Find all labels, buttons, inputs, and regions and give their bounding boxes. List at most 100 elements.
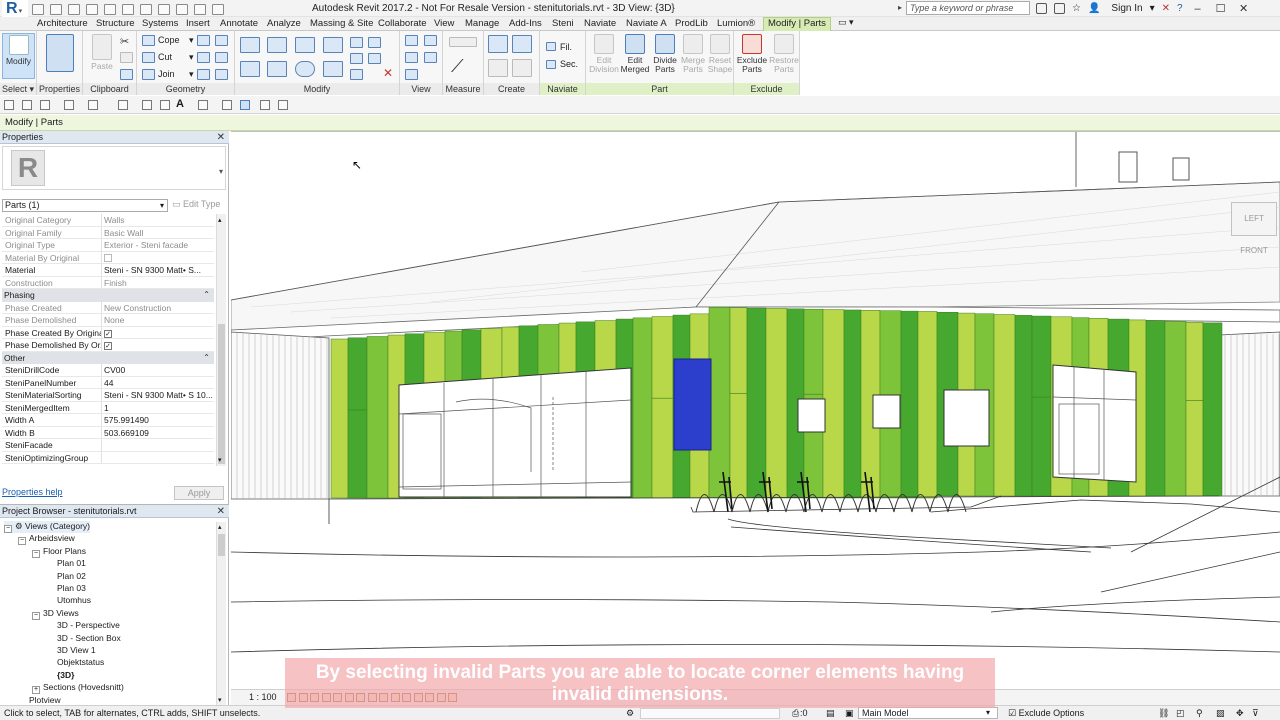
- property-row[interactable]: Original Category Walls: [2, 214, 214, 227]
- reset-shape-button[interactable]: Reset Shape: [704, 33, 736, 79]
- property-row[interactable]: Original Family Basic Wall: [2, 226, 214, 239]
- type-dropdown-icon[interactable]: ▾: [219, 167, 223, 176]
- scroll-down-icon[interactable]: ▾: [218, 456, 222, 464]
- collapse-node-icon[interactable]: −: [32, 611, 40, 620]
- property-checkbox[interactable]: ✓: [104, 329, 112, 338]
- facade-part-panel[interactable]: [651, 316, 674, 499]
- property-row[interactable]: Width B 503.669109: [2, 426, 214, 439]
- match-type-icon[interactable]: [120, 69, 133, 80]
- properties-scrollbar[interactable]: ▴ ▾: [216, 214, 226, 466]
- text-icon[interactable]: [158, 3, 170, 15]
- property-row[interactable]: SteniFacade: [2, 439, 214, 452]
- design-option-select[interactable]: Main Model: [858, 707, 998, 719]
- editing-requests-icon[interactable]: ⎙: [792, 706, 799, 720]
- property-value[interactable]: CV00: [102, 364, 214, 376]
- close-icon[interactable]: ✕: [1236, 2, 1252, 15]
- facade-part-panel[interactable]: [1031, 315, 1052, 497]
- subscription-icon[interactable]: [1054, 3, 1065, 14]
- paste-button[interactable]: Paste: [87, 33, 117, 79]
- worksharing-icon[interactable]: ⚙: [626, 706, 634, 720]
- copy-icon[interactable]: [120, 52, 133, 63]
- browser-tree-item[interactable]: {3D}: [46, 670, 74, 681]
- property-row[interactable]: Construction Finish: [2, 276, 214, 289]
- measure-icon[interactable]: [140, 3, 152, 15]
- property-value[interactable]: Steni - SN 9300 Matt• S 10...: [102, 389, 214, 401]
- mirror-draw-icon[interactable]: [323, 37, 343, 53]
- property-row[interactable]: Width A 575.991490: [2, 414, 214, 427]
- 3d-icon[interactable]: [176, 3, 188, 15]
- select-panel-label[interactable]: Select ▾: [0, 83, 36, 95]
- section-label[interactable]: Sec.: [560, 59, 578, 69]
- default-3d-icon[interactable]: [198, 100, 208, 110]
- remove-paint-icon[interactable]: [215, 69, 228, 80]
- entrance-door[interactable]: [1052, 364, 1137, 483]
- undo-arrow-icon[interactable]: [64, 100, 74, 110]
- tab-manage[interactable]: Manage: [465, 18, 499, 29]
- browser-tree-item[interactable]: 3D View 1: [46, 645, 96, 656]
- aligned-dim-icon[interactable]: [142, 100, 152, 110]
- browser-tree-item[interactable]: Plan 03: [46, 583, 86, 594]
- section-icon[interactable]: [194, 3, 206, 15]
- help-icon[interactable]: ?: [1177, 3, 1183, 14]
- browser-scrollbar[interactable]: ▴ ▾: [216, 522, 226, 705]
- facade-part-panel[interactable]: [993, 314, 1016, 497]
- user-icon[interactable]: 👤: [1088, 3, 1100, 14]
- tab-naviate-a[interactable]: Naviate A: [626, 18, 667, 29]
- cut-label[interactable]: Cut: [158, 52, 172, 62]
- tab-modify-parts[interactable]: Modify | Parts: [763, 17, 831, 31]
- offset-icon[interactable]: [267, 37, 287, 53]
- view-cube-front-face[interactable]: FRONT: [1240, 246, 1268, 255]
- open-icon[interactable]: [32, 3, 44, 15]
- section-box-icon[interactable]: [546, 60, 556, 69]
- browser-tree-item[interactable]: Utomhus: [46, 595, 91, 606]
- property-row[interactable]: SteniPanelNumber 44: [2, 376, 214, 389]
- property-value[interactable]: 575.991490: [102, 414, 214, 426]
- measure-distance-icon[interactable]: [449, 37, 477, 47]
- tab-lumion[interactable]: Lumion®: [717, 18, 755, 29]
- join-label[interactable]: Join: [158, 69, 175, 79]
- property-value[interactable]: 503.669109: [102, 427, 214, 439]
- window[interactable]: [797, 398, 826, 433]
- open-file-icon[interactable]: [4, 100, 14, 110]
- copy-element-icon[interactable]: [267, 61, 287, 77]
- scale-icon[interactable]: [368, 53, 381, 64]
- select-underlay-icon[interactable]: ◰: [1176, 706, 1185, 720]
- tab-prodlib[interactable]: ProdLib: [675, 18, 708, 29]
- view-cube-left-face[interactable]: LEFT: [1244, 214, 1263, 223]
- collapse-node-icon[interactable]: −: [4, 525, 12, 533]
- other-group-header[interactable]: Other ⌃: [2, 351, 214, 364]
- property-row[interactable]: Material Steni - SN 9300 Matt• S...: [2, 264, 214, 277]
- tab-naviate[interactable]: Naviate: [584, 18, 616, 29]
- building-3d-model[interactable]: [231, 132, 1280, 689]
- facade-part-panel[interactable]: [917, 311, 938, 499]
- help-search-input[interactable]: Type a keyword or phrase: [906, 1, 1030, 15]
- split-face-icon[interactable]: [215, 35, 228, 46]
- exclude-options-checkbox[interactable]: ☑ Exclude Options: [1008, 706, 1084, 720]
- move-icon[interactable]: [240, 61, 260, 77]
- facade-part-panel[interactable]: [366, 336, 389, 499]
- exchange-icon[interactable]: ✕: [1162, 3, 1170, 14]
- property-row[interactable]: SteniOptimizingGroup: [2, 451, 214, 464]
- view-scale[interactable]: 1 : 100: [249, 692, 277, 702]
- linework-type-icon[interactable]: [424, 52, 437, 63]
- tab-steni[interactable]: Steni: [552, 18, 574, 29]
- browser-tree-item[interactable]: 3D - Section Box: [46, 633, 121, 644]
- cut-icon[interactable]: [142, 52, 155, 63]
- thin-lines-toggle-icon[interactable]: [222, 100, 232, 110]
- edit-type-button[interactable]: ▭ Edit Type: [172, 199, 220, 210]
- drag-elements-icon[interactable]: ✥: [1236, 706, 1244, 720]
- browser-tree-item[interactable]: − Floor Plans: [32, 546, 86, 558]
- measure-tool-icon[interactable]: [118, 100, 128, 110]
- switch-windows-icon[interactable]: [240, 100, 250, 110]
- unjoin-icon[interactable]: [197, 52, 210, 63]
- model-icon[interactable]: ▣: [845, 706, 854, 720]
- tab-collaborate[interactable]: Collaborate: [378, 18, 427, 29]
- sign-in-dropdown-icon[interactable]: ▾: [1150, 3, 1155, 14]
- property-value[interactable]: [102, 439, 214, 451]
- tag-icon[interactable]: [160, 100, 170, 110]
- sign-in-link[interactable]: Sign In: [1111, 3, 1142, 14]
- collapse-node-icon[interactable]: −: [32, 549, 40, 558]
- facade-part-panel[interactable]: [900, 310, 919, 499]
- select-by-face-icon[interactable]: ▨: [1216, 706, 1225, 720]
- facade-part-panel[interactable]: [1145, 320, 1166, 497]
